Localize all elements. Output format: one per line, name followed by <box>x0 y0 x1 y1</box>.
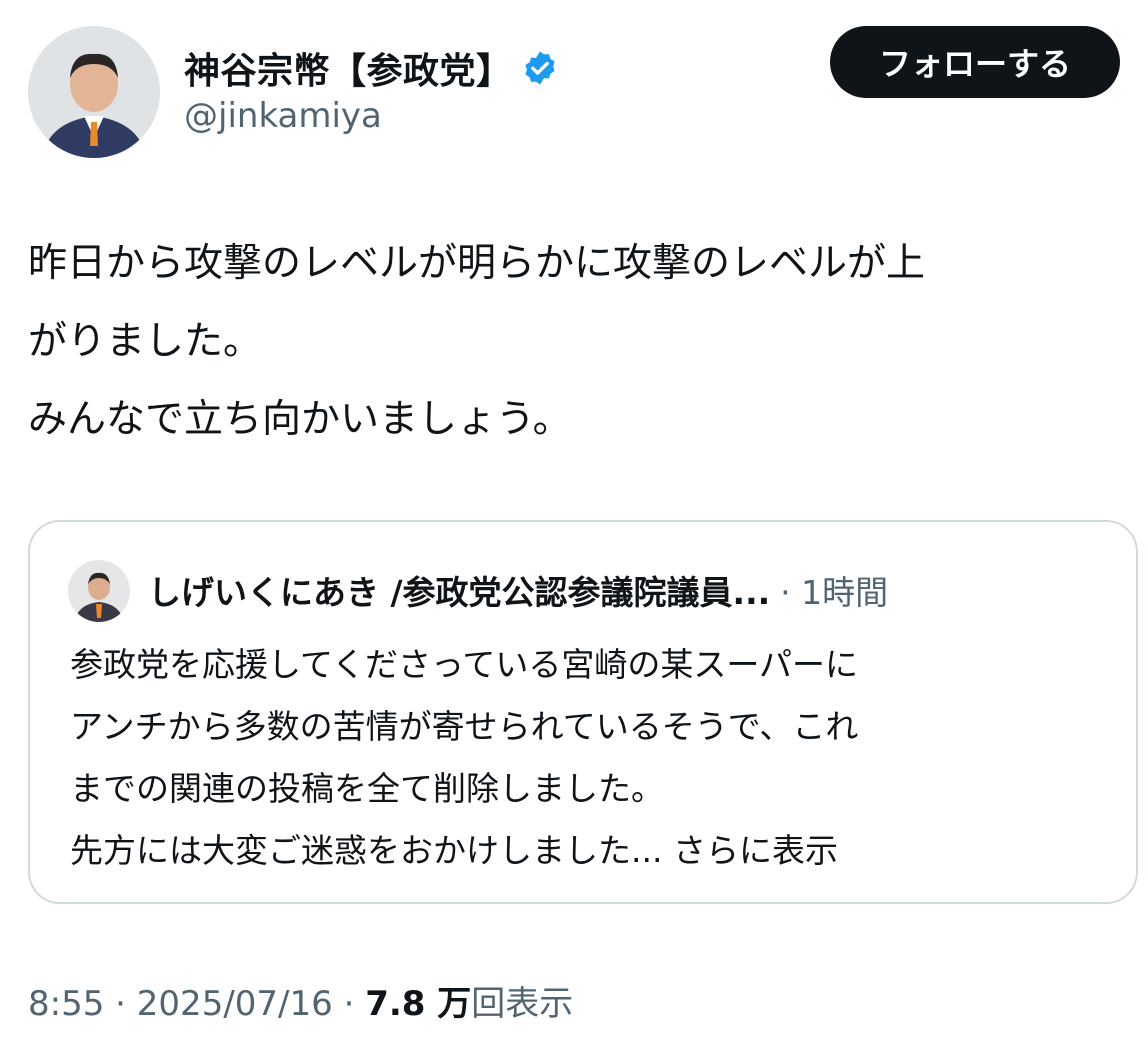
tweet-time[interactable]: 8:55 <box>28 984 104 1024</box>
author-display-name[interactable]: 神谷宗幣【参政党】 <box>184 42 513 94</box>
meta-separator: · <box>115 984 137 1024</box>
follow-button[interactable]: フォローする <box>830 26 1120 98</box>
meta-separator: · <box>343 984 366 1024</box>
author-handle[interactable]: @jinkamiya <box>184 96 382 136</box>
author-avatar-image <box>28 26 160 158</box>
quoted-tweet-header: しげいくにあき /参政党公認参議院議員... · 1時間 <box>148 566 888 614</box>
tweet-header: 神谷宗幣【参政党】 @jinkamiya フォローする <box>28 26 1120 166</box>
quoted-tweet-time: · 1時間 <box>780 573 889 612</box>
quoted-tweet-body: 参政党を応援してくださっている宮崎の某スーパーに アンチから多数の苦情が寄せられ… <box>70 634 1100 882</box>
author-name-row: 神谷宗幣【参政党】 <box>184 42 559 94</box>
views-count: 7.8 万 <box>365 984 472 1024</box>
views-label: 回表示 <box>471 984 574 1024</box>
tweet-text: 昨日から攻撃のレベルが明らかに攻撃のレベルが上 がりました。 みんなで立ち向かい… <box>28 241 926 442</box>
tweet-date[interactable]: 2025/07/16 <box>137 984 333 1024</box>
quoted-author-name: しげいくにあき /参政党公認参議院議員... <box>148 573 771 612</box>
quoted-tweet-card[interactable]: しげいくにあき /参政党公認参議院議員... · 1時間 参政党を応援してくださ… <box>28 520 1138 904</box>
show-more-link[interactable]: さらに表示 <box>662 831 838 870</box>
tweet-meta: 8:55 · 2025/07/16 · 7.8 万回表示 <box>28 976 573 1025</box>
quoted-avatar-image <box>68 560 130 622</box>
verified-badge-icon <box>524 51 555 85</box>
quoted-author-avatar <box>68 560 130 622</box>
author-avatar[interactable] <box>28 26 160 158</box>
